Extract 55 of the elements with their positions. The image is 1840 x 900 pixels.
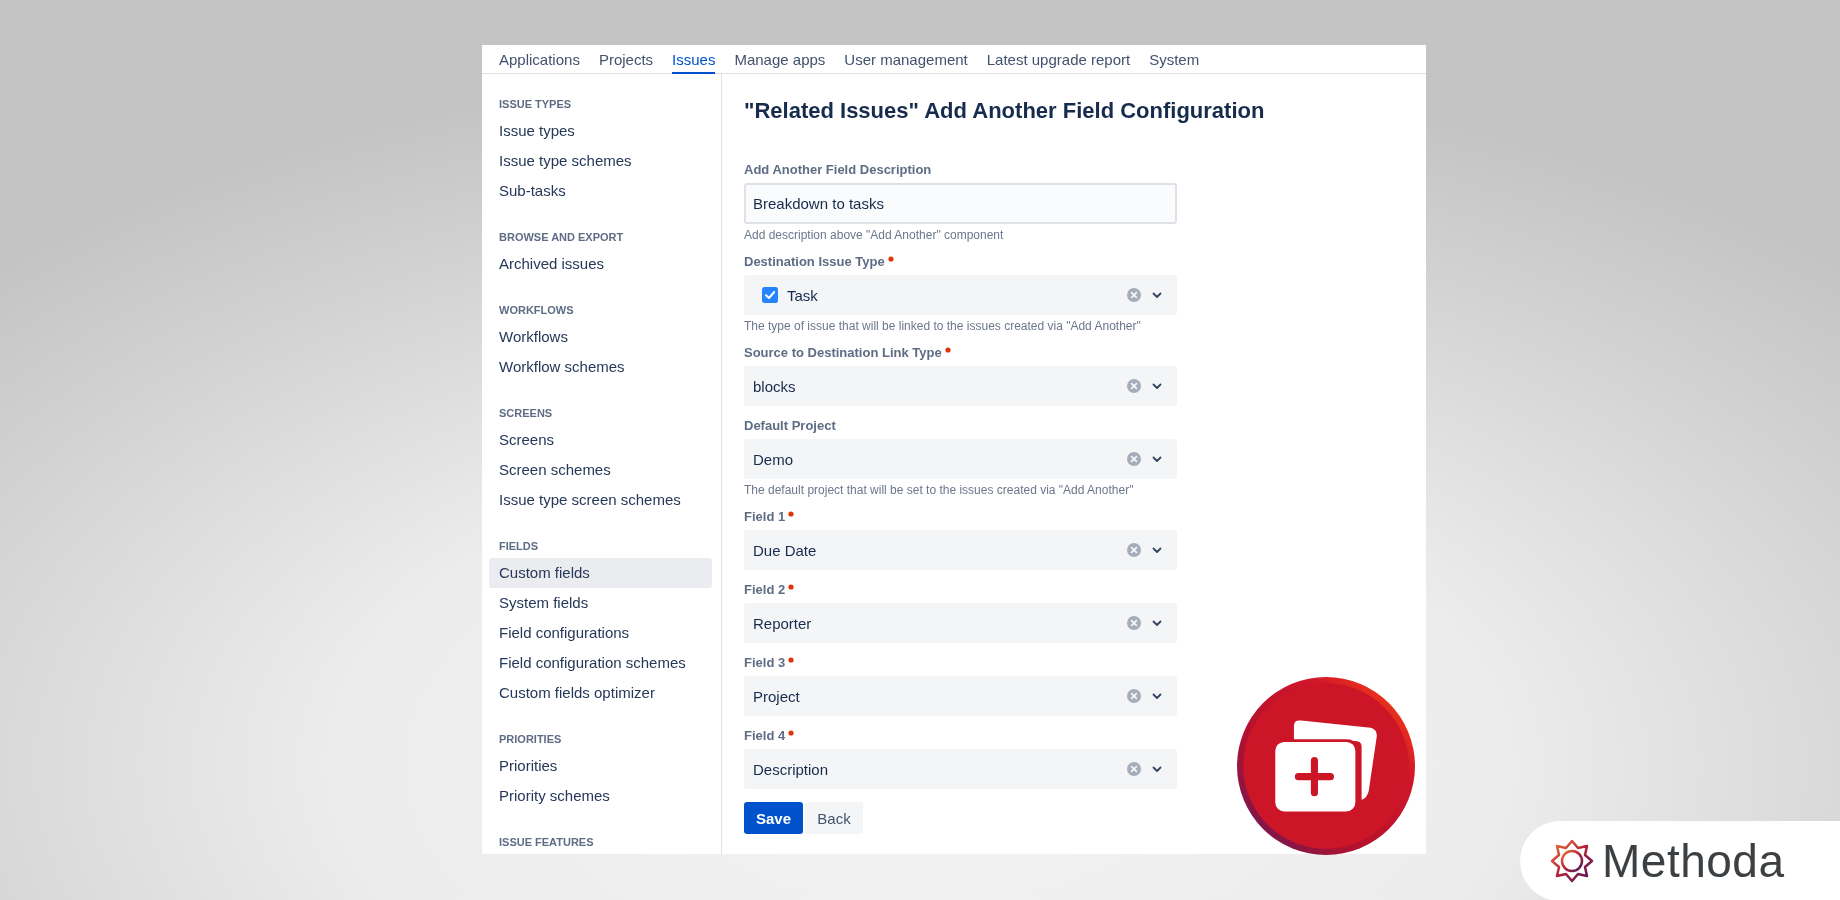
nav-tab[interactable]: User management <box>844 45 968 74</box>
nav-tab[interactable]: Issues <box>672 45 716 74</box>
sidebar-section-heading: SCREENS <box>499 406 554 421</box>
select-field[interactable]: Reporter <box>744 603 1177 643</box>
sidebar-item[interactable]: Issue types <box>489 116 712 146</box>
sidebar-item[interactable]: Issue type schemes <box>489 146 712 176</box>
select-field[interactable]: Project <box>744 676 1177 716</box>
star-logo-icon <box>1550 839 1594 883</box>
sidebar-item[interactable]: Sub-tasks <box>489 176 712 206</box>
nav-tab[interactable]: Latest upgrade report <box>986 45 1131 74</box>
sidebar-section-heading: ISSUE TYPES <box>499 97 573 112</box>
select-field[interactable]: Demo <box>744 439 1177 479</box>
field-label: Field 3 <box>744 655 786 670</box>
sidebar-section-heading: PRIORITIES <box>499 732 563 747</box>
text-field[interactable]: Breakdown to tasks <box>744 183 1177 224</box>
sidebar-item[interactable]: Custom fields <box>489 558 712 588</box>
field-hint: The default project that will be set to the issues created via "Add Another" <box>744 483 1135 497</box>
sidebar-item[interactable]: Screen schemes <box>489 455 712 485</box>
checkbox-icon <box>762 287 778 303</box>
sidebar-item[interactable]: Screens <box>489 425 712 455</box>
field-label: Add Another Field Description <box>744 162 932 177</box>
field-label: Field 2 <box>744 582 786 597</box>
select-field[interactable]: Description <box>744 749 1177 789</box>
sidebar-item[interactable]: Priority schemes <box>489 781 712 811</box>
select-field[interactable]: blocks <box>744 366 1177 406</box>
field-label: Field 4 <box>744 728 786 743</box>
sidebar-item[interactable]: Priorities <box>489 751 712 781</box>
sidebar-item[interactable]: Custom fields optimizer <box>489 678 712 708</box>
field-hint: Add description above "Add Another" component <box>744 228 1005 242</box>
sidebar-section-heading: ISSUE FEATURES <box>499 835 595 850</box>
sidebar-item[interactable]: Field configurations <box>489 618 712 648</box>
sidebar-item[interactable]: System fields <box>489 588 712 618</box>
nav-tab[interactable]: System <box>1149 45 1200 74</box>
field-label: Source to Destination Link Type <box>744 345 942 360</box>
field-label: Field 1 <box>744 509 786 524</box>
sidebar-item[interactable]: Field configuration schemes <box>489 648 712 678</box>
sidebar-item[interactable]: Workflow schemes <box>489 352 712 382</box>
select-field[interactable]: Task <box>744 275 1177 315</box>
secondary-button[interactable]: Back <box>805 802 864 834</box>
sidebar-section-heading: FIELDS <box>499 539 540 554</box>
nav-tab[interactable]: Applications <box>499 45 580 74</box>
sidebar-section-heading: BROWSE AND EXPORT <box>499 230 625 245</box>
sidebar-item[interactable]: Workflows <box>489 322 712 352</box>
sidebar-item[interactable]: Issue type screen schemes <box>489 485 712 515</box>
sidebar-item[interactable]: Archived issues <box>489 249 712 279</box>
field-hint: The type of issue that will be linked to the issues created via "Add Another" <box>744 319 1142 333</box>
page-title: "Related Issues" Add Another Field Configuration <box>744 97 1266 125</box>
field-label: Destination Issue Type <box>744 254 885 269</box>
select-field[interactable]: Due Date <box>744 530 1177 570</box>
sidebar-section-heading: WORKFLOWS <box>499 303 575 318</box>
nav-tab[interactable]: Projects <box>598 45 654 74</box>
brand-name: Methoda <box>1602 834 1785 888</box>
field-label: Default Project <box>744 418 836 433</box>
primary-button[interactable]: Save <box>744 802 804 834</box>
nav-tab[interactable]: Manage apps <box>734 45 826 74</box>
